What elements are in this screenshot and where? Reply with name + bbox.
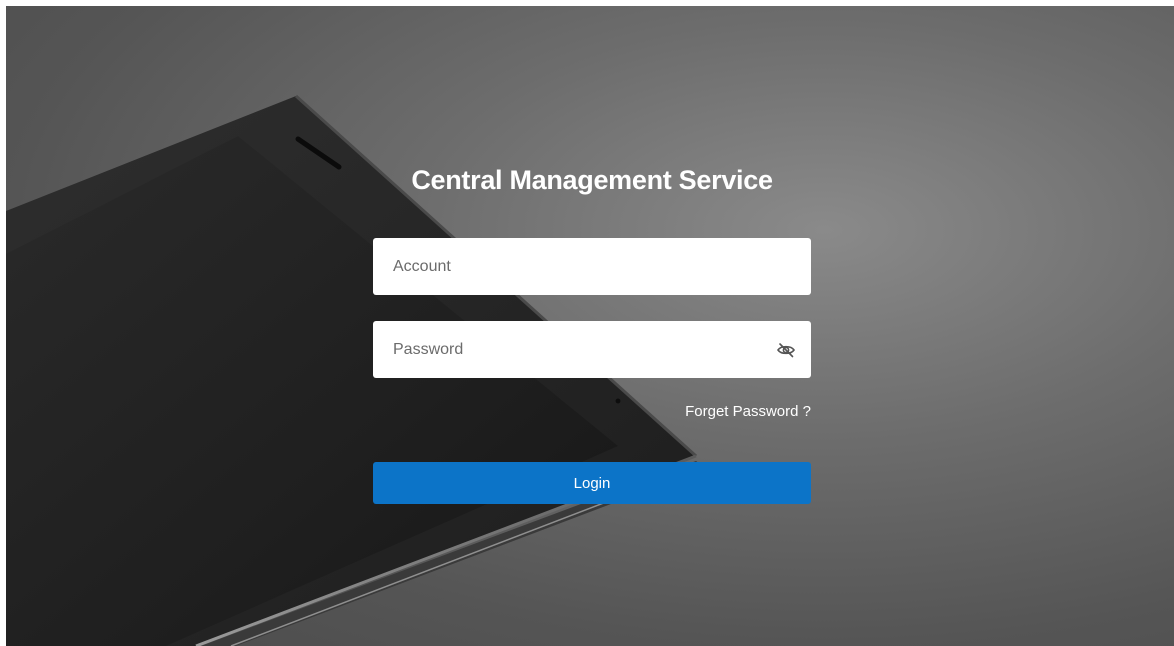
forgot-password-link[interactable]: Forget Password ? [685,403,811,420]
account-input[interactable] [373,238,811,295]
account-field[interactable] [373,238,811,295]
forgot-row: Forget Password ? [373,403,811,427]
password-input[interactable] [373,321,811,378]
login-panel: Central Management Service Forget Passwo… [373,156,811,504]
login-page: Central Management Service Forget Passwo… [6,6,1174,646]
page-title: Central Management Service [411,165,773,195]
password-field[interactable] [373,321,811,378]
login-button[interactable]: Login [373,462,811,504]
eye-slash-icon[interactable] [775,339,797,361]
